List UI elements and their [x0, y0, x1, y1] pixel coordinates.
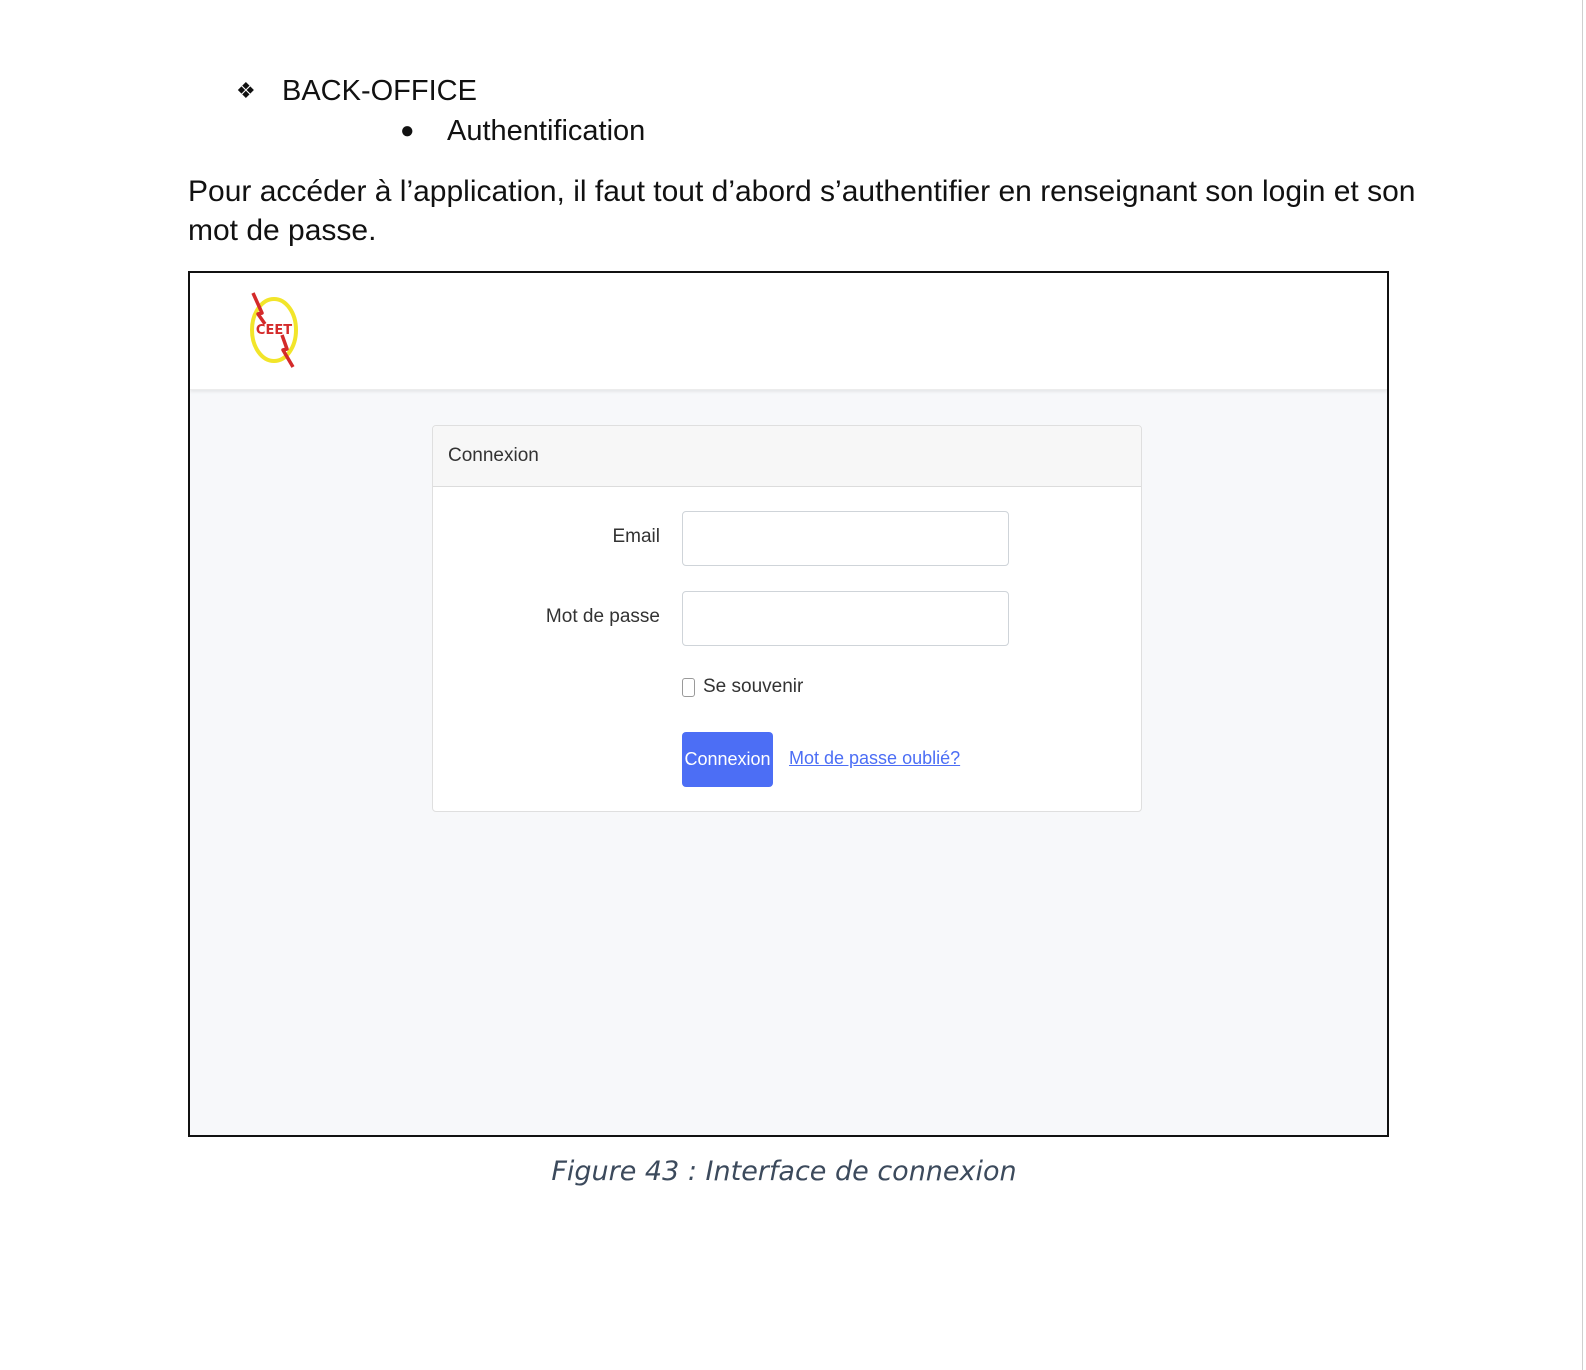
- subsection-heading-text: Authentification: [447, 115, 646, 147]
- login-button[interactable]: Connexion: [682, 732, 773, 787]
- remember-checkbox[interactable]: [682, 677, 695, 697]
- email-label: Email: [612, 526, 660, 547]
- password-label: Mot de passe: [545, 606, 660, 627]
- login-card: Connexion Email Mot de passe Se souvenir…: [432, 425, 1142, 812]
- remember-label: Se souvenir: [703, 676, 804, 697]
- section-heading: ❖ BACK-OFFICE: [236, 73, 477, 109]
- card-title: Connexion: [433, 426, 1141, 487]
- ceet-logo[interactable]: CEET: [244, 291, 304, 371]
- figure-caption: Figure 43 : Interface de connexion: [551, 1156, 1017, 1187]
- diamond-bullet-icon: ❖: [236, 78, 256, 103]
- remember-me[interactable]: Se souvenir: [682, 676, 803, 698]
- password-input[interactable]: [682, 591, 1009, 646]
- page-edge: [1582, 0, 1583, 1370]
- section-heading-text: BACK-OFFICE: [282, 75, 477, 107]
- dot-bullet-icon: ●: [400, 117, 415, 144]
- navbar: CEET: [190, 273, 1387, 390]
- login-screenshot: CEET Connexion Email Mot de passe Se sou…: [188, 271, 1389, 1137]
- forgot-password-link[interactable]: Mot de passe oublié?: [789, 748, 960, 769]
- logo-text: CEET: [256, 323, 292, 338]
- intro-paragraph: Pour accéder à l’application, il faut to…: [188, 175, 1416, 247]
- email-input[interactable]: [682, 511, 1009, 566]
- subsection-heading: ● Authentification: [400, 113, 645, 149]
